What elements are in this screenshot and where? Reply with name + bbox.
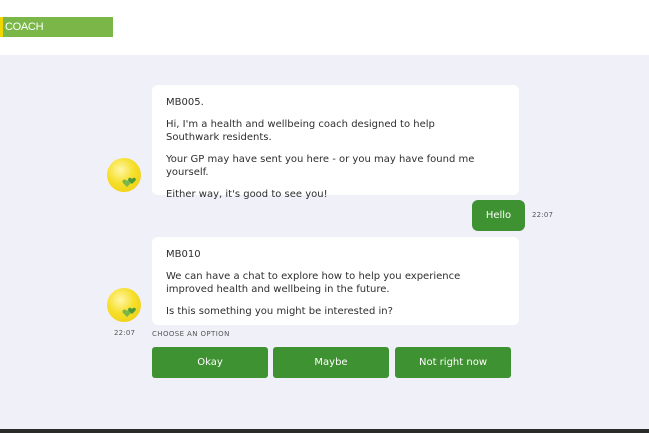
option-okay-button[interactable]: Okay bbox=[152, 347, 268, 378]
app-header: COACH bbox=[0, 0, 649, 55]
bottom-bar bbox=[0, 429, 649, 433]
choose-option-label: CHOOSE AN OPTION bbox=[152, 330, 230, 338]
message-paragraph: Your GP may have sent you here - or you … bbox=[166, 154, 475, 178]
message-paragraph: Hi, I'm a health and wellbeing coach des… bbox=[166, 119, 435, 143]
user-message: Hello bbox=[472, 200, 525, 231]
message-paragraph: Is this something you might be intereste… bbox=[166, 306, 393, 317]
message-code: MB010 bbox=[166, 249, 201, 260]
option-not-right-now-button[interactable]: Not right now bbox=[395, 347, 511, 378]
message-paragraph: We can have a chat to explore how to hel… bbox=[166, 271, 461, 295]
option-maybe-button[interactable]: Maybe bbox=[273, 347, 389, 378]
coach-avatar-icon bbox=[107, 288, 141, 322]
message-paragraph: Either way, it's good to see you! bbox=[166, 189, 328, 200]
message-timestamp: 22:07 bbox=[532, 211, 554, 219]
bot-message-2: MB010 We can have a chat to explore how … bbox=[152, 237, 519, 325]
bot-message-1: MB005. Hi, I'm a health and wellbeing co… bbox=[152, 85, 519, 200]
message-timestamp: 22:07 bbox=[114, 329, 136, 337]
coach-avatar-icon bbox=[107, 158, 141, 192]
coach-logo: COACH bbox=[0, 17, 113, 37]
message-code: MB005. bbox=[166, 97, 204, 108]
